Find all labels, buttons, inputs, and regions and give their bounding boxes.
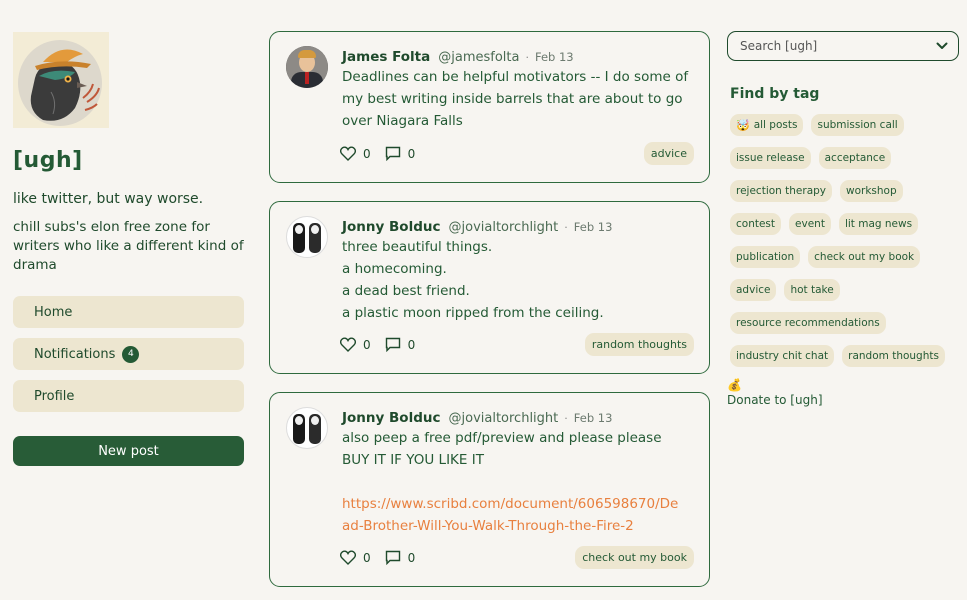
post-text: three beautiful things. a homecoming. a …	[342, 236, 693, 324]
site-description: chill subs's elon free zone for writers …	[13, 219, 244, 273]
notification-count-badge: 4	[122, 345, 140, 363]
tag-hot-take[interactable]: hot take	[784, 279, 840, 301]
post-tag[interactable]: random thoughts	[584, 333, 694, 356]
site-title: [ugh]	[13, 148, 83, 173]
heart-icon	[340, 550, 356, 565]
comment-count: 0	[407, 337, 416, 352]
post-date: Feb 13	[573, 220, 613, 234]
tag-rejection-therapy[interactable]: rejection therapy	[730, 180, 833, 202]
post-handle[interactable]: @jamesfolta	[438, 50, 519, 65]
tag-contest[interactable]: contest	[730, 213, 782, 235]
heart-icon	[340, 337, 356, 352]
separator-dot: ·	[525, 51, 529, 64]
post-text-line: a plastic moon ripped from the ceiling.	[342, 305, 604, 321]
like-count: 0	[363, 337, 371, 352]
like-count: 0	[363, 550, 371, 565]
comment-button[interactable]: 0	[385, 550, 416, 565]
nav-profile[interactable]: Profile	[13, 380, 244, 412]
money-bag-icon: 💰	[727, 378, 742, 392]
comment-button[interactable]: 0	[385, 337, 416, 352]
comment-count: 0	[407, 550, 416, 565]
post-author[interactable]: James Folta	[342, 49, 430, 65]
separator-dot: ·	[564, 412, 568, 425]
tag-check-out-my-book[interactable]: check out my book	[808, 246, 921, 268]
post-handle[interactable]: @jovialtorchlight	[449, 411, 559, 426]
site-logo[interactable]	[13, 32, 109, 128]
tag-random-thoughts[interactable]: random thoughts	[842, 345, 945, 367]
chevron-down-icon[interactable]	[936, 42, 948, 50]
find-by-tag-heading: Find by tag	[730, 86, 820, 102]
post-card[interactable]: Jonny Bolduc @jovialtorchlight · Feb 13 …	[269, 392, 710, 587]
pigeon-logo-icon	[30, 49, 100, 121]
comment-icon	[385, 146, 400, 161]
heart-icon	[340, 146, 356, 161]
tag-resource-recommendations[interactable]: resource recommendations	[730, 312, 886, 334]
donate-section: 💰 Donate to [ugh]	[727, 378, 959, 407]
tag-industry-chit-chat[interactable]: industry chit chat	[730, 345, 835, 367]
tag-publication[interactable]: publication	[730, 246, 801, 268]
post-author[interactable]: Jonny Bolduc	[342, 410, 441, 426]
nav-profile-label: Profile	[34, 388, 75, 404]
like-button[interactable]: 0	[340, 550, 371, 565]
post-text-line: a homecoming.	[342, 261, 447, 277]
avatar[interactable]	[286, 216, 328, 258]
tag-submission-call[interactable]: submission call	[811, 114, 904, 136]
left-sidebar: [ugh] like twitter, but way worse. chill…	[13, 32, 244, 466]
new-post-button[interactable]: New post	[13, 436, 244, 466]
comment-button[interactable]: 0	[385, 146, 416, 161]
post-text: Deadlines can be helpful motivators -- I…	[342, 69, 689, 129]
tag-workshop[interactable]: workshop	[840, 180, 903, 202]
nav-notifications[interactable]: Notifications 4	[13, 338, 244, 370]
tag-issue-release[interactable]: issue release	[730, 147, 811, 169]
search-input[interactable]: Search [ugh]	[727, 31, 959, 61]
post-feed: James Folta @jamesfolta · Feb 13 Deadlin…	[269, 31, 710, 587]
site-tagline: like twitter, but way worse.	[13, 191, 204, 207]
post-tag[interactable]: check out my book	[575, 546, 694, 569]
post-date: Feb 13	[534, 50, 574, 64]
avatar[interactable]	[286, 407, 328, 449]
post-date: Feb 13	[573, 411, 613, 425]
main-nav: Home Notifications 4 Profile	[13, 296, 244, 412]
nav-home[interactable]: Home	[13, 296, 244, 328]
like-button[interactable]: 0	[340, 146, 371, 161]
post-card[interactable]: Jonny Bolduc @jovialtorchlight · Feb 13 …	[269, 201, 710, 374]
post-text: also peep a free pdf/preview and please …	[342, 427, 693, 537]
post-card[interactable]: James Folta @jamesfolta · Feb 13 Deadlin…	[269, 31, 710, 183]
post-link[interactable]: https://www.scribd.com/document/60659867…	[342, 493, 693, 537]
tag-all-posts[interactable]: 🤯 all posts	[730, 114, 804, 136]
right-sidebar: Search [ugh] Find by tag 🤯 all posts subm…	[727, 31, 959, 407]
nav-notifications-label: Notifications	[34, 346, 116, 362]
search-placeholder: Search [ugh]	[740, 39, 818, 53]
post-text-line: a dead best friend.	[342, 283, 470, 299]
tag-acceptance[interactable]: acceptance	[818, 147, 892, 169]
post-handle[interactable]: @jovialtorchlight	[449, 220, 559, 235]
exploding-head-icon: 🤯	[736, 118, 750, 132]
post-text-line: three beautiful things.	[342, 239, 493, 255]
tag-event[interactable]: event	[789, 213, 831, 235]
tag-advice[interactable]: advice	[730, 279, 777, 301]
comment-count: 0	[407, 146, 416, 161]
post-text-body: also peep a free pdf/preview and please …	[342, 430, 662, 468]
comment-icon	[385, 337, 400, 352]
like-button[interactable]: 0	[340, 337, 371, 352]
avatar[interactable]	[286, 46, 328, 88]
tag-list: 🤯 all posts submission call issue release…	[730, 114, 959, 378]
nav-home-label: Home	[34, 304, 73, 320]
tag-lit-mag-news[interactable]: lit mag news	[838, 213, 919, 235]
separator-dot: ·	[564, 221, 568, 234]
tag-label: all posts	[753, 119, 798, 131]
post-author[interactable]: Jonny Bolduc	[342, 219, 441, 235]
donate-link[interactable]: Donate to [ugh]	[727, 393, 959, 407]
post-tag[interactable]: advice	[643, 142, 694, 165]
like-count: 0	[363, 146, 371, 161]
comment-icon	[385, 550, 400, 565]
